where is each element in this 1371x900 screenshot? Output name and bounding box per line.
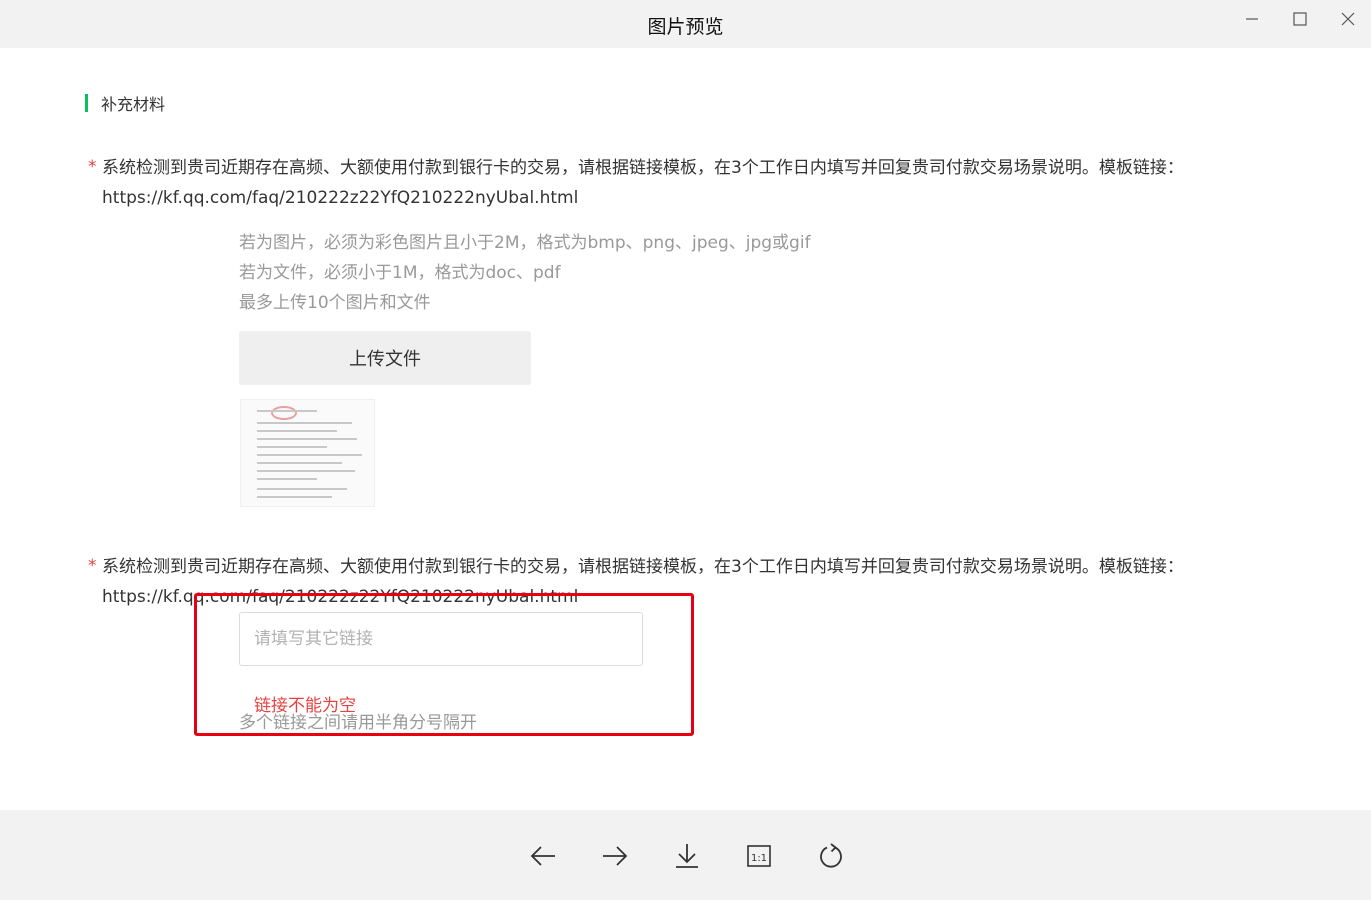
section-accent-bar — [85, 94, 88, 112]
arrow-right-icon — [603, 846, 628, 866]
rotate-icon — [820, 843, 842, 868]
minimize-icon — [1246, 18, 1258, 20]
required-mark: * — [88, 556, 97, 576]
other-link-input[interactable] — [239, 612, 643, 666]
upload-hint-file: 若为文件，必须小于1M，格式为doc、pdf — [239, 263, 561, 283]
maximize-icon — [1293, 12, 1307, 26]
download-icon — [676, 844, 698, 868]
stamp-mark — [271, 406, 297, 420]
actual-size-icon: 1:1 — [747, 845, 771, 867]
close-button[interactable] — [1333, 8, 1363, 30]
minimize-button[interactable] — [1237, 8, 1267, 30]
question-2-text: 系统检测到贵司近期存在高频、大额使用付款到银行卡的交易，请根据链接模板，在3个工… — [102, 557, 1184, 607]
arrow-left-icon — [530, 846, 555, 866]
section-title: 补充材料 — [101, 95, 166, 114]
upload-file-button[interactable]: 上传文件 — [239, 331, 531, 385]
close-icon — [1341, 12, 1355, 26]
rotate-button[interactable] — [815, 840, 847, 872]
window-title: 图片预览 — [647, 16, 724, 38]
previous-button[interactable] — [527, 840, 559, 872]
upload-hint-limit: 最多上传10个图片和文件 — [239, 293, 431, 313]
maximize-button[interactable] — [1285, 8, 1315, 30]
actual-size-label: 1:1 — [751, 853, 767, 864]
uploaded-document-thumbnail[interactable] — [240, 399, 375, 507]
question-1-text: 系统检测到贵司近期存在高频、大额使用付款到银行卡的交易，请根据链接模板，在3个工… — [102, 158, 1184, 208]
section-header: 补充材料 — [85, 93, 166, 114]
upload-hints: 若为图片，必须为彩色图片且小于2M，格式为bmp、png、jpeg、jpg或gi… — [239, 228, 811, 318]
actual-size-button[interactable]: 1:1 — [743, 840, 775, 872]
required-mark: * — [88, 157, 97, 177]
next-button[interactable] — [599, 840, 631, 872]
question-1: * 系统检测到贵司近期存在高频、大额使用付款到银行卡的交易，请根据链接模板，在3… — [88, 153, 1288, 213]
title-bar: 图片预览 — [0, 0, 1371, 48]
preview-image: 补充材料 * 系统检测到贵司近期存在高频、大额使用付款到银行卡的交易，请根据链接… — [0, 48, 1371, 810]
question-2: * 系统检测到贵司近期存在高频、大额使用付款到银行卡的交易，请根据链接模板，在3… — [88, 552, 1288, 612]
upload-hint-image: 若为图片，必须为彩色图片且小于2M，格式为bmp、png、jpeg、jpg或gi… — [239, 233, 811, 253]
viewer-toolbar: 1:1 — [0, 810, 1371, 900]
download-button[interactable] — [671, 840, 703, 872]
link-separator-hint: 多个链接之间请用半角分号隔开 — [239, 713, 477, 733]
